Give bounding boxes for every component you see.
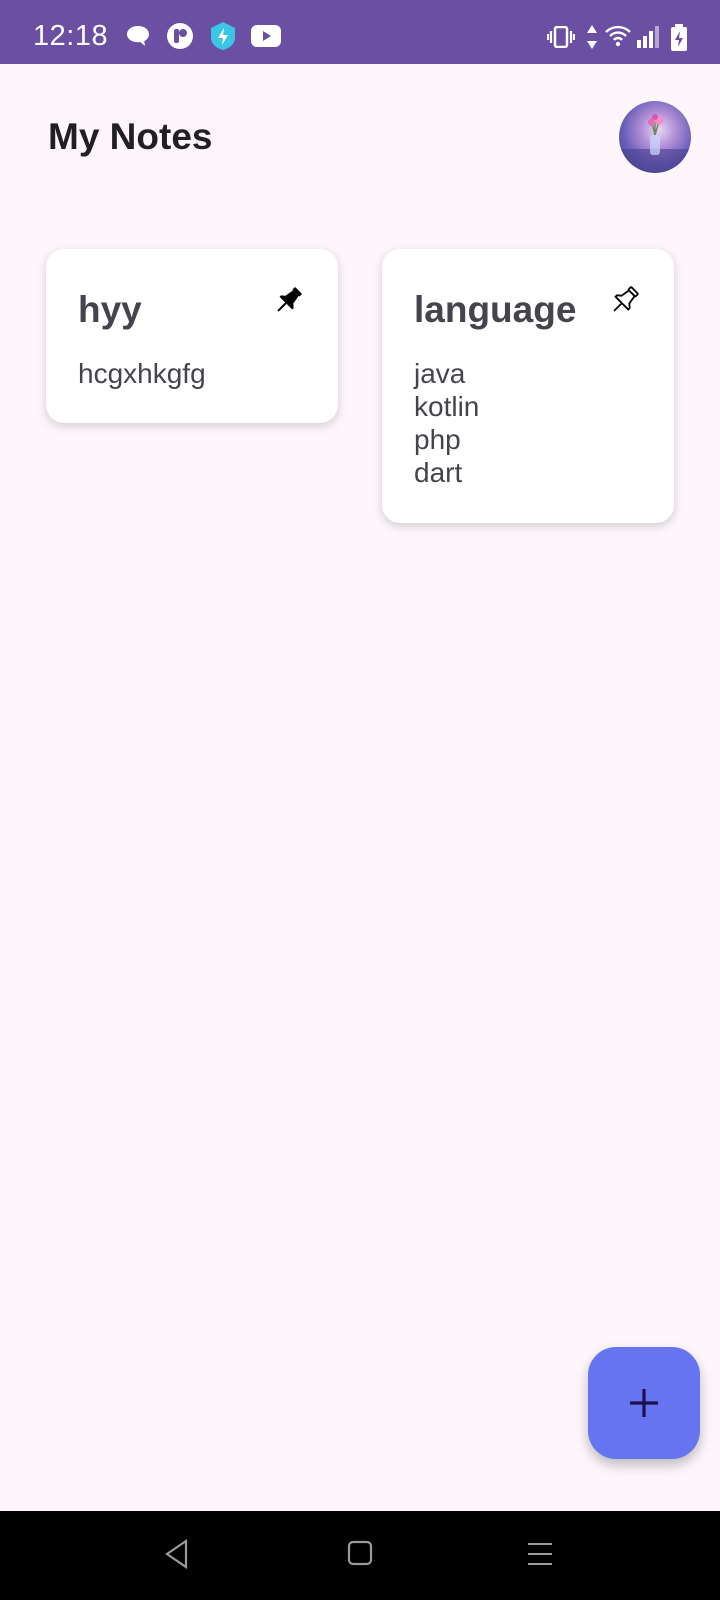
status-time: 12:18: [33, 20, 109, 52]
system-nav-bar: [0, 1511, 720, 1600]
notes-screen: 12:18 My Notes hyy hcgxhkgfg language ja…: [0, 0, 720, 1600]
note-body: hcgxhkgfg: [78, 357, 206, 390]
note-line: hcgxhkgfg: [78, 358, 206, 389]
pin-outline-icon[interactable]: [606, 283, 642, 319]
note-card-hyy[interactable]: hyy hcgxhkgfg: [46, 249, 338, 423]
note-card-language[interactable]: language java kotlin php dart: [382, 249, 674, 523]
plus-icon: [630, 1389, 658, 1417]
note-body: java kotlin php dart: [414, 357, 479, 489]
recents-icon[interactable]: [526, 1541, 554, 1572]
avatar-image: [619, 114, 691, 173]
add-note-button[interactable]: [588, 1347, 700, 1459]
note-line: kotlin: [414, 391, 480, 422]
youtube-icon: [251, 25, 281, 52]
note-line: dart: [414, 457, 463, 488]
page-title: My Notes: [48, 116, 213, 157]
note-title: hyy: [78, 289, 142, 330]
vibrate-icon: [546, 25, 576, 53]
note-line: java: [414, 358, 466, 389]
bolt-shield-icon: [209, 21, 237, 56]
pin-filled-icon[interactable]: [270, 283, 306, 319]
profile-avatar[interactable]: [619, 101, 691, 173]
status-bar: 12:18: [0, 0, 720, 64]
note-title: language: [414, 289, 577, 330]
battery-charging-icon: [670, 24, 688, 57]
note-line: php: [414, 424, 461, 455]
p-app-icon: [166, 22, 194, 55]
home-icon[interactable]: [347, 1540, 373, 1571]
back-icon[interactable]: [164, 1538, 190, 1574]
wifi-icon: [604, 24, 632, 53]
chat-bubble-icon: [125, 24, 151, 53]
signal-icon: [636, 26, 660, 53]
data-arrows-icon: [586, 24, 598, 55]
